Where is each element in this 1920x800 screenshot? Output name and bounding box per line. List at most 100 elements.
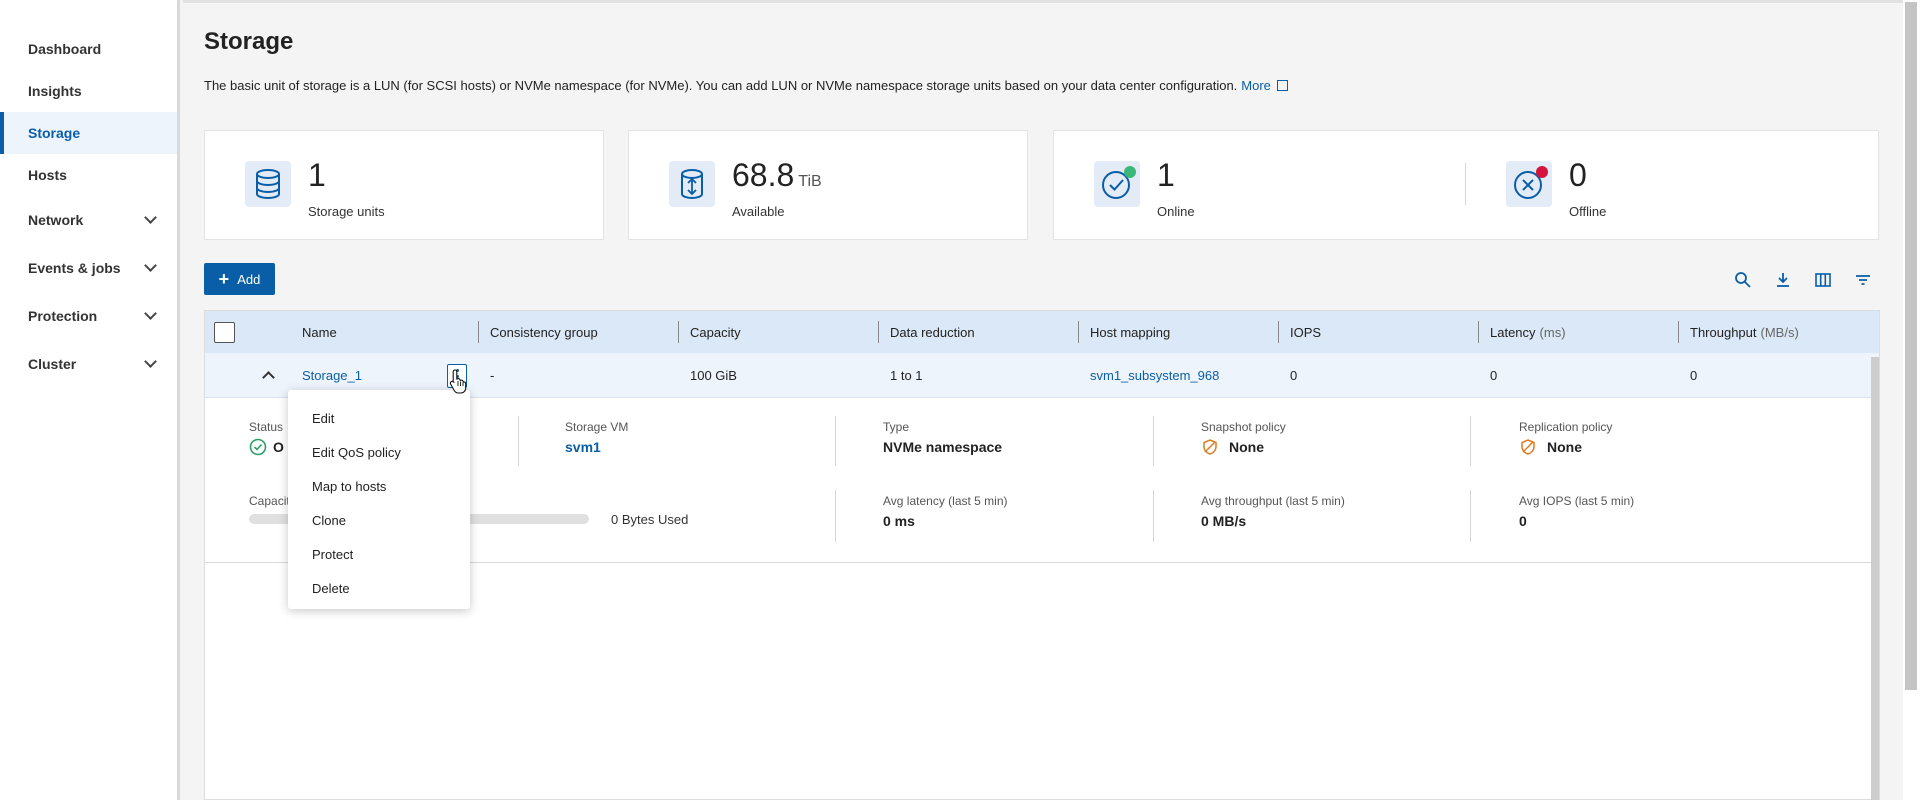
card-divider xyxy=(1465,163,1466,205)
page-scrollbar[interactable] xyxy=(1903,0,1920,800)
column-header-host-mapping[interactable]: Host mapping xyxy=(1090,311,1170,353)
column-header-name[interactable]: Name xyxy=(302,311,337,353)
storage-units-label: Storage units xyxy=(308,204,385,219)
sidebar: Dashboard Insights Storage Hosts Network… xyxy=(0,0,180,800)
column-resizer[interactable] xyxy=(1278,321,1279,343)
details-divider xyxy=(1153,416,1154,466)
external-link-icon[interactable] xyxy=(1276,80,1288,91)
sidebar-item-label: Protection xyxy=(28,308,98,324)
status-text: O xyxy=(273,439,284,455)
chevron-down-icon xyxy=(144,355,157,368)
storage-vm-label: Storage VM xyxy=(565,420,629,434)
filter-icon[interactable] xyxy=(1853,270,1873,290)
offline-label: Offline xyxy=(1569,204,1607,219)
sidebar-item-label: Network xyxy=(28,212,84,228)
column-header-iops[interactable]: IOPS xyxy=(1290,311,1321,353)
host-mapping-link[interactable]: svm1_subsystem_968 xyxy=(1090,353,1219,398)
menu-item-edit-qos-policy[interactable]: Edit QoS policy xyxy=(288,435,470,469)
throughput-header-unit: (MB/s) xyxy=(1760,324,1799,340)
capacity-label: Capacit xyxy=(249,494,290,508)
details-divider xyxy=(518,416,519,466)
top-divider xyxy=(183,0,1903,3)
available-unit: TiB xyxy=(798,173,822,190)
sidebar-item-hosts[interactable]: Hosts xyxy=(0,154,177,196)
download-icon[interactable] xyxy=(1773,270,1793,290)
status-card: 1 Online 0 Offline xyxy=(1053,130,1879,240)
plus-icon: + xyxy=(218,269,230,289)
snapshot-policy-label: Snapshot policy xyxy=(1201,420,1286,434)
columns-icon[interactable] xyxy=(1813,270,1833,290)
column-header-consistency-group[interactable]: Consistency group xyxy=(490,311,598,353)
sidebar-item-protection[interactable]: Protection xyxy=(0,292,177,340)
sidebar-item-insights[interactable]: Insights xyxy=(0,70,177,112)
latency-cell: 0 xyxy=(1490,368,1498,383)
shield-off-icon xyxy=(1203,439,1217,455)
add-button[interactable]: + Add xyxy=(204,263,275,295)
menu-item-map-to-hosts[interactable]: Map to hosts xyxy=(288,469,470,503)
menu-item-edit[interactable]: Edit xyxy=(288,401,470,435)
sidebar-item-cluster[interactable]: Cluster xyxy=(0,340,177,388)
storage-units-value: 1 xyxy=(308,157,326,193)
add-button-label: Add xyxy=(237,271,261,287)
replication-policy-value: None xyxy=(1519,438,1582,456)
capacity-icon xyxy=(669,161,715,207)
details-divider xyxy=(835,416,836,466)
column-header-throughput[interactable]: Throughput (MB/s) xyxy=(1690,311,1799,353)
more-link[interactable]: More xyxy=(1241,78,1271,93)
avg-throughput-label: Avg throughput (last 5 min) xyxy=(1201,494,1345,508)
avg-latency-label: Avg latency (last 5 min) xyxy=(883,494,1008,508)
storage-units-card: 1 Storage units xyxy=(204,130,604,240)
sidebar-item-dashboard[interactable]: Dashboard xyxy=(0,28,177,70)
sidebar-item-label: Events & jobs xyxy=(28,260,121,276)
scrollbar-thumb[interactable] xyxy=(1905,2,1917,690)
avg-iops-value: 0 xyxy=(1519,513,1527,529)
page-description: The basic unit of storage is a LUN (for … xyxy=(204,78,1288,93)
menu-item-protect[interactable]: Protect xyxy=(288,537,470,571)
offline-status-dot xyxy=(1536,166,1548,178)
search-icon[interactable] xyxy=(1733,270,1753,290)
chevron-down-icon xyxy=(144,211,157,224)
hand-cursor-icon xyxy=(449,369,467,394)
throughput-cell: 0 xyxy=(1690,368,1698,383)
column-resizer[interactable] xyxy=(1078,321,1079,343)
database-icon xyxy=(245,161,291,207)
chevron-down-icon xyxy=(144,307,157,320)
sidebar-item-network[interactable]: Network xyxy=(0,196,177,244)
column-header-data-reduction[interactable]: Data reduction xyxy=(890,311,975,353)
column-resizer[interactable] xyxy=(878,321,879,343)
menu-item-delete[interactable]: Delete xyxy=(288,571,470,605)
column-resizer[interactable] xyxy=(478,321,479,343)
data-reduction-cell: 1 to 1 xyxy=(890,368,923,383)
storage-vm-link[interactable]: svm1 xyxy=(565,439,601,455)
menu-item-clone[interactable]: Clone xyxy=(288,503,470,537)
column-resizer[interactable] xyxy=(1478,321,1479,343)
sidebar-item-storage[interactable]: Storage xyxy=(0,112,177,154)
iops-cell: 0 xyxy=(1290,368,1298,383)
shield-off-icon xyxy=(1521,439,1535,455)
consistency-group-cell: - xyxy=(490,368,495,383)
table-scrollbar[interactable] xyxy=(1871,357,1879,800)
select-all-checkbox[interactable] xyxy=(214,322,235,343)
status-label: Status xyxy=(249,420,284,434)
status-value: O xyxy=(249,438,284,456)
sidebar-item-events-jobs[interactable]: Events & jobs xyxy=(0,244,177,292)
check-circle-icon xyxy=(1094,161,1140,207)
sidebar-item-label: Cluster xyxy=(28,356,77,372)
type-value: NVMe namespace xyxy=(883,439,1003,455)
column-resizer[interactable] xyxy=(1678,321,1679,343)
snapshot-policy-text: None xyxy=(1229,439,1264,455)
online-label: Online xyxy=(1157,204,1195,219)
column-header-latency[interactable]: Latency (ms) xyxy=(1490,311,1566,353)
latency-header-unit: (ms) xyxy=(1539,324,1566,340)
details-divider xyxy=(1153,490,1154,542)
column-resizer[interactable] xyxy=(678,321,679,343)
online-check-icon xyxy=(249,438,267,456)
chevron-up-icon[interactable] xyxy=(262,371,275,384)
page-title: Storage xyxy=(204,28,294,55)
online-value: 1 xyxy=(1157,157,1175,193)
capacity-used-text: 0 Bytes Used xyxy=(611,512,689,527)
avg-iops-label: Avg IOPS (last 5 min) xyxy=(1519,494,1635,508)
available-label: Available xyxy=(732,204,785,219)
column-header-capacity[interactable]: Capacity xyxy=(690,311,741,353)
online-status-dot xyxy=(1124,166,1136,178)
